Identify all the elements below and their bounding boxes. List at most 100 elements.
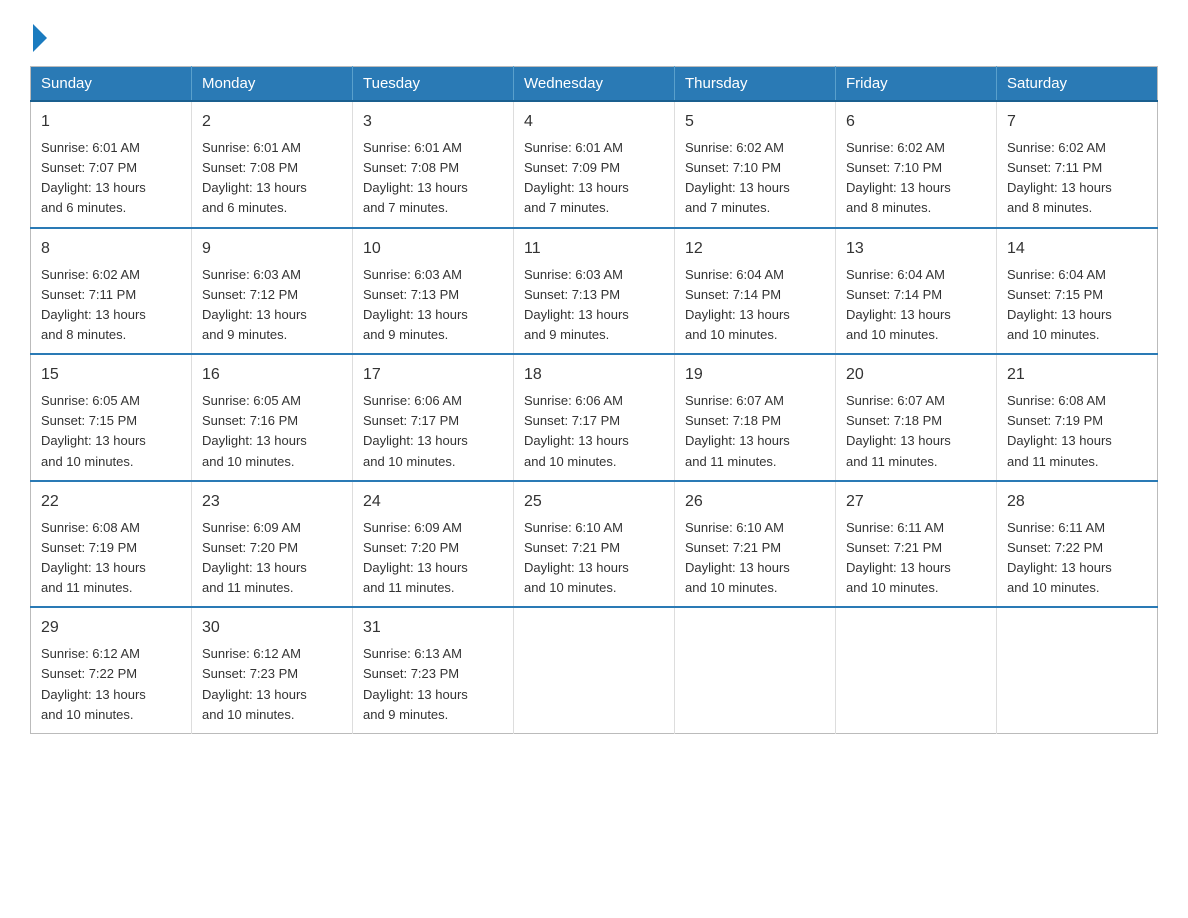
calendar-cell: 23 Sunrise: 6:09 AMSunset: 7:20 PMDaylig… [192,481,353,608]
day-info: Sunrise: 6:09 AMSunset: 7:20 PMDaylight:… [363,520,468,595]
day-number: 26 [685,490,825,514]
calendar-cell: 18 Sunrise: 6:06 AMSunset: 7:17 PMDaylig… [514,354,675,481]
day-number: 10 [363,237,503,261]
calendar-cell: 22 Sunrise: 6:08 AMSunset: 7:19 PMDaylig… [31,481,192,608]
day-info: Sunrise: 6:07 AMSunset: 7:18 PMDaylight:… [685,393,790,468]
calendar-cell: 13 Sunrise: 6:04 AMSunset: 7:14 PMDaylig… [836,228,997,355]
calendar-week-row: 15 Sunrise: 6:05 AMSunset: 7:15 PMDaylig… [31,354,1158,481]
calendar-cell: 5 Sunrise: 6:02 AMSunset: 7:10 PMDayligh… [675,101,836,228]
calendar-week-row: 22 Sunrise: 6:08 AMSunset: 7:19 PMDaylig… [31,481,1158,608]
calendar-cell: 30 Sunrise: 6:12 AMSunset: 7:23 PMDaylig… [192,607,353,733]
calendar-cell: 28 Sunrise: 6:11 AMSunset: 7:22 PMDaylig… [997,481,1158,608]
day-info: Sunrise: 6:03 AMSunset: 7:13 PMDaylight:… [363,267,468,342]
day-number: 19 [685,363,825,387]
calendar-cell: 12 Sunrise: 6:04 AMSunset: 7:14 PMDaylig… [675,228,836,355]
day-info: Sunrise: 6:01 AMSunset: 7:09 PMDaylight:… [524,140,629,215]
day-info: Sunrise: 6:13 AMSunset: 7:23 PMDaylight:… [363,646,468,721]
day-number: 6 [846,110,986,134]
calendar-cell: 1 Sunrise: 6:01 AMSunset: 7:07 PMDayligh… [31,101,192,228]
day-info: Sunrise: 6:04 AMSunset: 7:14 PMDaylight:… [846,267,951,342]
day-number: 30 [202,616,342,640]
day-number: 17 [363,363,503,387]
calendar-cell: 10 Sunrise: 6:03 AMSunset: 7:13 PMDaylig… [353,228,514,355]
calendar-cell: 14 Sunrise: 6:04 AMSunset: 7:15 PMDaylig… [997,228,1158,355]
day-header-wednesday: Wednesday [514,67,675,102]
calendar-cell: 9 Sunrise: 6:03 AMSunset: 7:12 PMDayligh… [192,228,353,355]
calendar-cell: 27 Sunrise: 6:11 AMSunset: 7:21 PMDaylig… [836,481,997,608]
calendar-cell: 2 Sunrise: 6:01 AMSunset: 7:08 PMDayligh… [192,101,353,228]
day-info: Sunrise: 6:02 AMSunset: 7:10 PMDaylight:… [846,140,951,215]
day-info: Sunrise: 6:09 AMSunset: 7:20 PMDaylight:… [202,520,307,595]
calendar-cell: 7 Sunrise: 6:02 AMSunset: 7:11 PMDayligh… [997,101,1158,228]
day-info: Sunrise: 6:01 AMSunset: 7:07 PMDaylight:… [41,140,146,215]
calendar-cell: 16 Sunrise: 6:05 AMSunset: 7:16 PMDaylig… [192,354,353,481]
day-info: Sunrise: 6:05 AMSunset: 7:16 PMDaylight:… [202,393,307,468]
day-info: Sunrise: 6:03 AMSunset: 7:13 PMDaylight:… [524,267,629,342]
day-number: 15 [41,363,181,387]
day-info: Sunrise: 6:02 AMSunset: 7:10 PMDaylight:… [685,140,790,215]
day-number: 16 [202,363,342,387]
day-number: 18 [524,363,664,387]
calendar-cell: 25 Sunrise: 6:10 AMSunset: 7:21 PMDaylig… [514,481,675,608]
calendar-cell [836,607,997,733]
day-number: 11 [524,237,664,261]
day-info: Sunrise: 6:07 AMSunset: 7:18 PMDaylight:… [846,393,951,468]
day-header-sunday: Sunday [31,67,192,102]
day-info: Sunrise: 6:12 AMSunset: 7:22 PMDaylight:… [41,646,146,721]
calendar-cell: 17 Sunrise: 6:06 AMSunset: 7:17 PMDaylig… [353,354,514,481]
day-number: 29 [41,616,181,640]
day-number: 12 [685,237,825,261]
day-header-tuesday: Tuesday [353,67,514,102]
day-number: 20 [846,363,986,387]
page-header [30,20,1158,48]
day-info: Sunrise: 6:08 AMSunset: 7:19 PMDaylight:… [1007,393,1112,468]
day-info: Sunrise: 6:04 AMSunset: 7:15 PMDaylight:… [1007,267,1112,342]
calendar-header-row: SundayMondayTuesdayWednesdayThursdayFrid… [31,67,1158,102]
calendar-cell: 21 Sunrise: 6:08 AMSunset: 7:19 PMDaylig… [997,354,1158,481]
day-info: Sunrise: 6:12 AMSunset: 7:23 PMDaylight:… [202,646,307,721]
calendar-cell: 11 Sunrise: 6:03 AMSunset: 7:13 PMDaylig… [514,228,675,355]
logo-arrow-icon [33,24,47,52]
day-info: Sunrise: 6:11 AMSunset: 7:22 PMDaylight:… [1007,520,1112,595]
day-info: Sunrise: 6:05 AMSunset: 7:15 PMDaylight:… [41,393,146,468]
calendar-week-row: 29 Sunrise: 6:12 AMSunset: 7:22 PMDaylig… [31,607,1158,733]
day-number: 24 [363,490,503,514]
calendar-cell: 31 Sunrise: 6:13 AMSunset: 7:23 PMDaylig… [353,607,514,733]
calendar-cell: 29 Sunrise: 6:12 AMSunset: 7:22 PMDaylig… [31,607,192,733]
calendar-cell: 4 Sunrise: 6:01 AMSunset: 7:09 PMDayligh… [514,101,675,228]
day-info: Sunrise: 6:06 AMSunset: 7:17 PMDaylight:… [524,393,629,468]
day-header-thursday: Thursday [675,67,836,102]
day-info: Sunrise: 6:04 AMSunset: 7:14 PMDaylight:… [685,267,790,342]
day-header-saturday: Saturday [997,67,1158,102]
day-number: 1 [41,110,181,134]
day-number: 25 [524,490,664,514]
day-number: 9 [202,237,342,261]
calendar-cell: 15 Sunrise: 6:05 AMSunset: 7:15 PMDaylig… [31,354,192,481]
day-info: Sunrise: 6:02 AMSunset: 7:11 PMDaylight:… [41,267,146,342]
calendar-cell: 20 Sunrise: 6:07 AMSunset: 7:18 PMDaylig… [836,354,997,481]
logo [30,20,47,48]
calendar-cell: 19 Sunrise: 6:07 AMSunset: 7:18 PMDaylig… [675,354,836,481]
day-number: 2 [202,110,342,134]
day-number: 8 [41,237,181,261]
day-number: 27 [846,490,986,514]
calendar-cell: 8 Sunrise: 6:02 AMSunset: 7:11 PMDayligh… [31,228,192,355]
day-number: 13 [846,237,986,261]
day-number: 22 [41,490,181,514]
calendar-cell: 3 Sunrise: 6:01 AMSunset: 7:08 PMDayligh… [353,101,514,228]
day-header-monday: Monday [192,67,353,102]
day-info: Sunrise: 6:02 AMSunset: 7:11 PMDaylight:… [1007,140,1112,215]
day-info: Sunrise: 6:10 AMSunset: 7:21 PMDaylight:… [524,520,629,595]
calendar-cell [675,607,836,733]
day-number: 3 [363,110,503,134]
day-info: Sunrise: 6:10 AMSunset: 7:21 PMDaylight:… [685,520,790,595]
day-info: Sunrise: 6:03 AMSunset: 7:12 PMDaylight:… [202,267,307,342]
day-number: 31 [363,616,503,640]
day-info: Sunrise: 6:01 AMSunset: 7:08 PMDaylight:… [202,140,307,215]
calendar-cell: 6 Sunrise: 6:02 AMSunset: 7:10 PMDayligh… [836,101,997,228]
day-number: 21 [1007,363,1147,387]
day-info: Sunrise: 6:11 AMSunset: 7:21 PMDaylight:… [846,520,951,595]
calendar-table: SundayMondayTuesdayWednesdayThursdayFrid… [30,66,1158,734]
day-number: 23 [202,490,342,514]
calendar-cell: 26 Sunrise: 6:10 AMSunset: 7:21 PMDaylig… [675,481,836,608]
